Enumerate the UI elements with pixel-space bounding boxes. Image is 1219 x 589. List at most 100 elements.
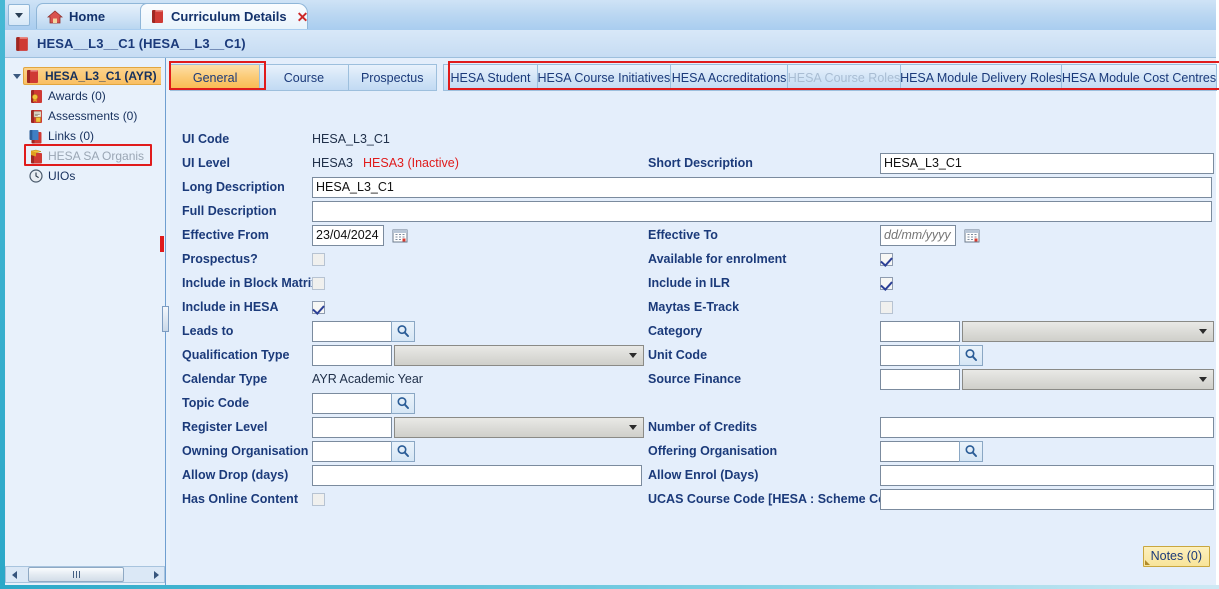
effective-to-input[interactable] [880, 225, 956, 246]
tab-course[interactable]: Course [259, 64, 348, 91]
tab-hesa-module-delivery-roles[interactable]: HESA Module Delivery Roles [900, 64, 1062, 91]
tab-hesa-module-cost-centres[interactable]: HESA Module Cost Centres [1061, 64, 1217, 91]
notes-button-label: Notes (0) [1151, 549, 1202, 563]
tab-hesa-course-initiatives-label: HESA Course Initiatives [538, 71, 671, 85]
offering-organisation-input[interactable] [880, 441, 960, 462]
field-allow-enrol-days: Allow Enrol (Days) [648, 463, 1214, 487]
field-long-description: Long Description [182, 175, 1212, 199]
has-online-content-checkbox[interactable] [312, 493, 325, 506]
field-has-online-content: Has Online Content [182, 487, 325, 511]
field-source-finance: Source Finance [648, 367, 1214, 391]
allow-drop-days-input[interactable] [312, 465, 642, 486]
topic-code-input[interactable] [312, 393, 392, 414]
field-short-description: Short Description [648, 151, 1214, 175]
sidebar-item-label: Assessments (0) [48, 109, 137, 123]
calendar-icon[interactable] [963, 226, 981, 244]
source-finance-dropdown[interactable] [962, 369, 1214, 390]
tab-list-dropdown-button[interactable] [8, 4, 30, 26]
register-level-code-input[interactable] [312, 417, 392, 438]
splitter-grip[interactable] [162, 306, 169, 332]
maytas-etrack-checkbox[interactable] [880, 301, 893, 314]
field-include-in-hesa: Include in HESA [182, 295, 325, 319]
scrollbar-thumb[interactable] [28, 567, 124, 582]
main-content-panel: General Course Prospectus HESA Student H… [170, 58, 1216, 585]
scroll-left-button[interactable] [6, 567, 22, 582]
source-finance-code-input[interactable] [880, 369, 960, 390]
sidebar-tree: HESA_L3_C1 (AYR) Awards (0) [5, 58, 161, 186]
field-label: Category [648, 324, 880, 338]
sidebar-item-awards[interactable]: Awards (0) [5, 86, 161, 106]
tab-hesa-accreditations[interactable]: HESA Accreditations [670, 64, 788, 91]
field-label: Leads to [182, 324, 312, 338]
short-description-input[interactable] [880, 153, 1214, 174]
category-code-input[interactable] [880, 321, 960, 342]
unit-code-input[interactable] [880, 345, 960, 366]
book-icon [15, 36, 29, 51]
include-in-hesa-checkbox[interactable] [312, 301, 325, 314]
form-tab-bar: General Course Prospectus HESA Student H… [170, 58, 1216, 91]
tab-general[interactable]: General [170, 64, 260, 91]
triangle-down-icon[interactable] [11, 74, 23, 79]
register-level-dropdown[interactable] [394, 417, 644, 438]
field-label: Short Description [648, 156, 880, 170]
notes-corner-icon [1145, 560, 1150, 565]
sidebar-item-links[interactable]: Links (0) [5, 126, 161, 146]
notes-button[interactable]: Notes (0) [1143, 546, 1210, 567]
search-icon[interactable] [959, 345, 983, 366]
field-label: Has Online Content [182, 492, 312, 506]
window-tab-home[interactable]: Home [36, 3, 156, 29]
tab-prospectus[interactable]: Prospectus [348, 64, 437, 91]
prospectus-checkbox[interactable] [312, 253, 325, 266]
field-label: Owning Organisation [182, 444, 312, 458]
field-calendar-type: Calendar Type AYR Academic Year [182, 367, 423, 391]
search-icon[interactable] [391, 441, 415, 462]
sidebar-item-hesa-sa-organis[interactable]: HESA SA Organis [5, 146, 161, 166]
include-in-block-matrix-checkbox[interactable] [312, 277, 325, 290]
sidebar-item-assessments[interactable]: Assessments (0) [5, 106, 161, 126]
panel-splitter[interactable] [161, 58, 170, 585]
field-label: Offering Organisation [648, 444, 880, 458]
sidebar-horizontal-scrollbar[interactable] [5, 566, 165, 583]
calendar-icon[interactable] [391, 226, 409, 244]
category-dropdown[interactable] [962, 321, 1214, 342]
owning-organisation-input[interactable] [312, 441, 392, 462]
sidebar-item-uios[interactable]: UIOs [5, 166, 161, 186]
qualification-type-dropdown[interactable] [394, 345, 644, 366]
sidebar-item-hesa-l3-c1[interactable]: HESA_L3_C1 (AYR) [5, 66, 161, 86]
search-icon[interactable] [391, 321, 415, 342]
sidebar-item-label: Links (0) [48, 129, 94, 143]
ucas-course-code-input[interactable] [880, 489, 1214, 510]
application-window: Home Curriculum Details ✕ HESA__L3__C1 (… [0, 0, 1219, 589]
leads-to-input[interactable] [312, 321, 392, 342]
field-offering-organisation: Offering Organisation [648, 439, 983, 463]
field-register-level: Register Level [182, 415, 644, 439]
window-tab-curriculum-details[interactable]: Curriculum Details ✕ [140, 3, 308, 29]
tab-hesa-course-initiatives[interactable]: HESA Course Initiatives [537, 64, 672, 91]
field-label: UCAS Course Code [HESA : Scheme Code] [648, 492, 880, 506]
field-label: Register Level [182, 420, 312, 434]
sidebar-tree-panel: HESA_L3_C1 (AYR) Awards (0) [5, 58, 161, 585]
qualification-type-code-input[interactable] [312, 345, 392, 366]
sidebar-item-label: Awards (0) [48, 89, 106, 103]
available-for-enrolment-checkbox[interactable] [880, 253, 893, 266]
scroll-right-button[interactable] [148, 567, 164, 582]
search-icon[interactable] [959, 441, 983, 462]
long-description-input[interactable] [312, 177, 1212, 198]
effective-from-input[interactable] [312, 225, 384, 246]
number-of-credits-input[interactable] [880, 417, 1214, 438]
field-label: Available for enrolment [648, 252, 880, 266]
field-prospectus: Prospectus? [182, 247, 325, 271]
scrollbar-track[interactable] [22, 567, 148, 582]
close-icon[interactable]: ✕ [297, 10, 309, 24]
field-number-of-credits: Number of Credits [648, 415, 1214, 439]
allow-enrol-days-input[interactable] [880, 465, 1214, 486]
field-full-description: Full Description [182, 199, 1212, 223]
field-label: Maytas E-Track [648, 300, 880, 314]
tab-hesa-student[interactable]: HESA Student [443, 64, 537, 91]
full-description-input[interactable] [312, 201, 1212, 222]
general-form: UI Code HESA_L3_C1 UI Level HESA3 HESA3 … [170, 91, 1216, 585]
field-include-in-ilr: Include in ILR [648, 271, 893, 295]
include-in-ilr-checkbox[interactable] [880, 277, 893, 290]
search-icon[interactable] [391, 393, 415, 414]
field-label: Qualification Type [182, 348, 312, 362]
